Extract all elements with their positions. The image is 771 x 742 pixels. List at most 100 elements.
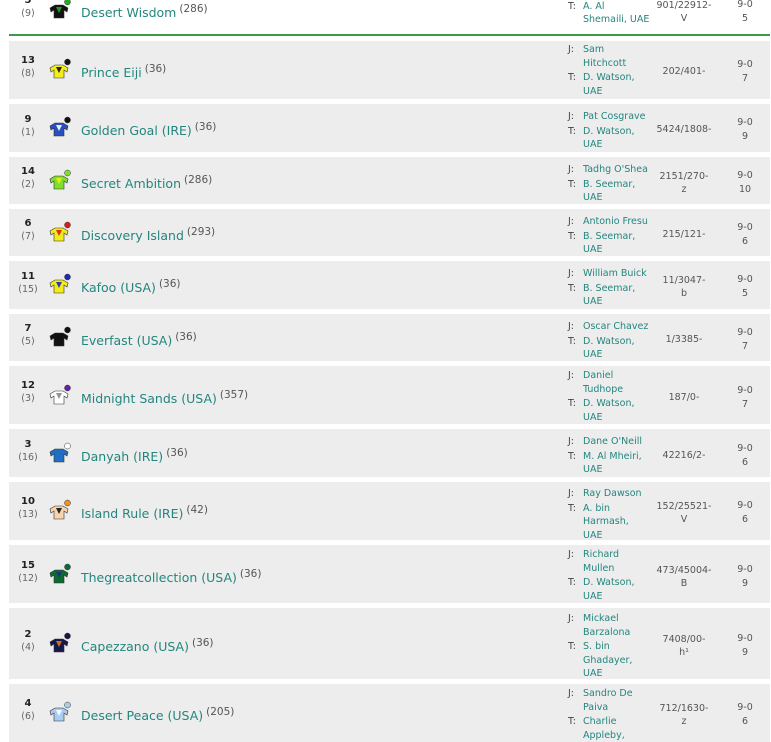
trainer-name-line[interactable]: UAE: [583, 191, 659, 205]
jockey-name-line[interactable]: Paiva: [583, 701, 659, 715]
horse-name[interactable]: Everfast (USA): [81, 333, 172, 348]
horse-name-link[interactable]: Desert Peace (USA)(205): [81, 704, 234, 724]
trainer-link[interactable]: A. binHarmash,UAE: [583, 502, 659, 543]
trainer-name-line[interactable]: UAE: [583, 243, 659, 257]
trainer-link[interactable]: D. Watson,UAE: [583, 397, 659, 424]
jockey-name-line[interactable]: William Buick: [583, 267, 659, 281]
jockey-link[interactable]: RichardMullen: [583, 548, 659, 575]
trainer-name-line[interactable]: B. Seemar,: [583, 178, 659, 192]
trainer-link[interactable]: D. Watson,UAE: [583, 335, 659, 362]
jockey-name-line[interactable]: Dane O'Neill: [583, 435, 659, 449]
trainer-name-line[interactable]: A. bin: [583, 502, 659, 516]
form-figures: 215/121-: [653, 228, 715, 242]
horse-name-link[interactable]: Thegreatcollection (USA)(36): [81, 566, 261, 586]
jockey-link[interactable]: William Buick: [583, 267, 659, 281]
jockey-link[interactable]: Antonio Fresu: [583, 215, 659, 229]
trainer-name-line[interactable]: D. Watson,: [583, 125, 659, 139]
horse-name-link[interactable]: Secret Ambition(286): [81, 172, 212, 192]
trainer-name-line[interactable]: B. Seemar,: [583, 282, 659, 296]
jockey-link[interactable]: MickaelBarzalona: [583, 612, 659, 639]
trainer-link[interactable]: D. Watson,UAE: [583, 576, 659, 603]
trainer-link[interactable]: D. Watson,UAE: [583, 125, 659, 152]
trainer-name-line[interactable]: Harmash,: [583, 515, 659, 529]
trainer-name-line[interactable]: D. Watson,: [583, 576, 659, 590]
trainer-name-line[interactable]: M. Al Mheiri,: [583, 450, 659, 464]
jockey-silks-icon: [49, 701, 73, 723]
trainer-name-line[interactable]: Charlie: [583, 715, 659, 729]
trainer-name-line[interactable]: UAE: [583, 138, 659, 152]
horse-name[interactable]: Prince Eiji: [81, 65, 142, 80]
jockey-link[interactable]: Ray Dawson: [583, 487, 659, 501]
trainer-name-line[interactable]: B. Seemar,: [583, 230, 659, 244]
trainer-link[interactable]: A. AlShemaili, UAE: [583, 0, 659, 27]
horse-name[interactable]: Kafoo (USA): [81, 280, 156, 295]
jockey-name-line[interactable]: Pat Cosgrave: [583, 110, 659, 124]
trainer-name-line[interactable]: UAE: [583, 85, 659, 99]
horse-name-link[interactable]: Discovery Island(293): [81, 224, 215, 244]
trainer-name-line[interactable]: Ghadayer,: [583, 654, 659, 668]
trainer-name-line[interactable]: UAE: [583, 529, 659, 543]
trainer-name-line[interactable]: UAE: [583, 463, 659, 477]
horse-name-link[interactable]: Island Rule (IRE)(42): [81, 502, 208, 522]
jockey-link[interactable]: DanielTudhope: [583, 369, 659, 396]
jockey-name-line[interactable]: Mickael: [583, 612, 659, 626]
trainer-name-line[interactable]: D. Watson,: [583, 397, 659, 411]
horse-name-link[interactable]: Desert Wisdom(286): [81, 1, 208, 21]
trainer-link[interactable]: D. Watson,UAE: [583, 71, 659, 98]
runner-number: 9: [9, 114, 47, 126]
horse-name-link[interactable]: Prince Eiji(36): [81, 61, 166, 81]
jockey-name-line[interactable]: Tudhope: [583, 383, 659, 397]
horse-name[interactable]: Secret Ambition: [81, 176, 181, 191]
horse-name[interactable]: Desert Peace (USA): [81, 708, 203, 723]
horse-name-link[interactable]: Golden Goal (IRE)(36): [81, 119, 216, 139]
trainer-link[interactable]: CharlieAppleby,: [583, 715, 659, 742]
jockey-name-line[interactable]: Oscar Chavez: [583, 320, 659, 334]
jockey-name-line[interactable]: Antonio Fresu: [583, 215, 659, 229]
jockey-name-line[interactable]: Sandro De: [583, 687, 659, 701]
jockey-name-line[interactable]: Mullen: [583, 562, 659, 576]
horse-name[interactable]: Desert Wisdom: [81, 5, 176, 20]
trainer-name-line[interactable]: A. Al: [583, 0, 659, 13]
horse-name[interactable]: Island Rule (IRE): [81, 506, 183, 521]
trainer-link[interactable]: B. Seemar,UAE: [583, 178, 659, 205]
jockey-name-line[interactable]: Tadhg O'Shea: [583, 163, 659, 177]
trainer-name-line[interactable]: UAE: [583, 348, 659, 362]
jockey-name-line[interactable]: Hitchcott: [583, 57, 659, 71]
jockey-name-line[interactable]: Ray Dawson: [583, 487, 659, 501]
jockey-name-line[interactable]: Richard: [583, 548, 659, 562]
trainer-name-line[interactable]: S. bin: [583, 640, 659, 654]
trainer-name-line[interactable]: D. Watson,: [583, 335, 659, 349]
trainer-name-line[interactable]: D. Watson,: [583, 71, 659, 85]
trainer-name-line[interactable]: Appleby,: [583, 729, 659, 742]
horse-name[interactable]: Danyah (IRE): [81, 449, 163, 464]
trainer-name-line[interactable]: UAE: [583, 295, 659, 309]
jockey-name-line[interactable]: Barzalona: [583, 626, 659, 640]
trainer-name-line[interactable]: Shemaili, UAE: [583, 13, 659, 27]
horse-name-link[interactable]: Midnight Sands (USA)(357): [81, 387, 248, 407]
horse-name-link[interactable]: Danyah (IRE)(36): [81, 445, 188, 465]
horse-name-link[interactable]: Everfast (USA)(36): [81, 329, 197, 349]
jockey-name-line[interactable]: Daniel: [583, 369, 659, 383]
trainer-link[interactable]: M. Al Mheiri,UAE: [583, 450, 659, 477]
horse-name-link[interactable]: Kafoo (USA)(36): [81, 276, 181, 296]
horse-name[interactable]: Thegreatcollection (USA): [81, 570, 237, 585]
trainer-link[interactable]: B. Seemar,UAE: [583, 282, 659, 309]
horse-name[interactable]: Discovery Island: [81, 228, 184, 243]
jockey-link[interactable]: Tadhg O'Shea: [583, 163, 659, 177]
jockey-name-line[interactable]: Sam: [583, 43, 659, 57]
trainer-name-line[interactable]: UAE: [583, 411, 659, 425]
jockey-link[interactable]: Pat Cosgrave: [583, 110, 659, 124]
trainer-link[interactable]: B. Seemar,UAE: [583, 230, 659, 257]
jockey-link[interactable]: Oscar Chavez: [583, 320, 659, 334]
horse-name[interactable]: Golden Goal (IRE): [81, 123, 192, 138]
trainer-name-line[interactable]: UAE: [583, 590, 659, 604]
horse-name[interactable]: Capezzano (USA): [81, 639, 189, 654]
jockey-link[interactable]: Sandro DePaiva: [583, 687, 659, 714]
jockey-link[interactable]: Dane O'Neill: [583, 435, 659, 449]
horse-name-link[interactable]: Capezzano (USA)(36): [81, 635, 214, 655]
horse-rating: (286): [184, 174, 212, 186]
trainer-name-line[interactable]: UAE: [583, 667, 659, 681]
horse-name[interactable]: Midnight Sands (USA): [81, 391, 217, 406]
trainer-link[interactable]: S. binGhadayer,UAE: [583, 640, 659, 681]
jockey-link[interactable]: SamHitchcott: [583, 43, 659, 70]
